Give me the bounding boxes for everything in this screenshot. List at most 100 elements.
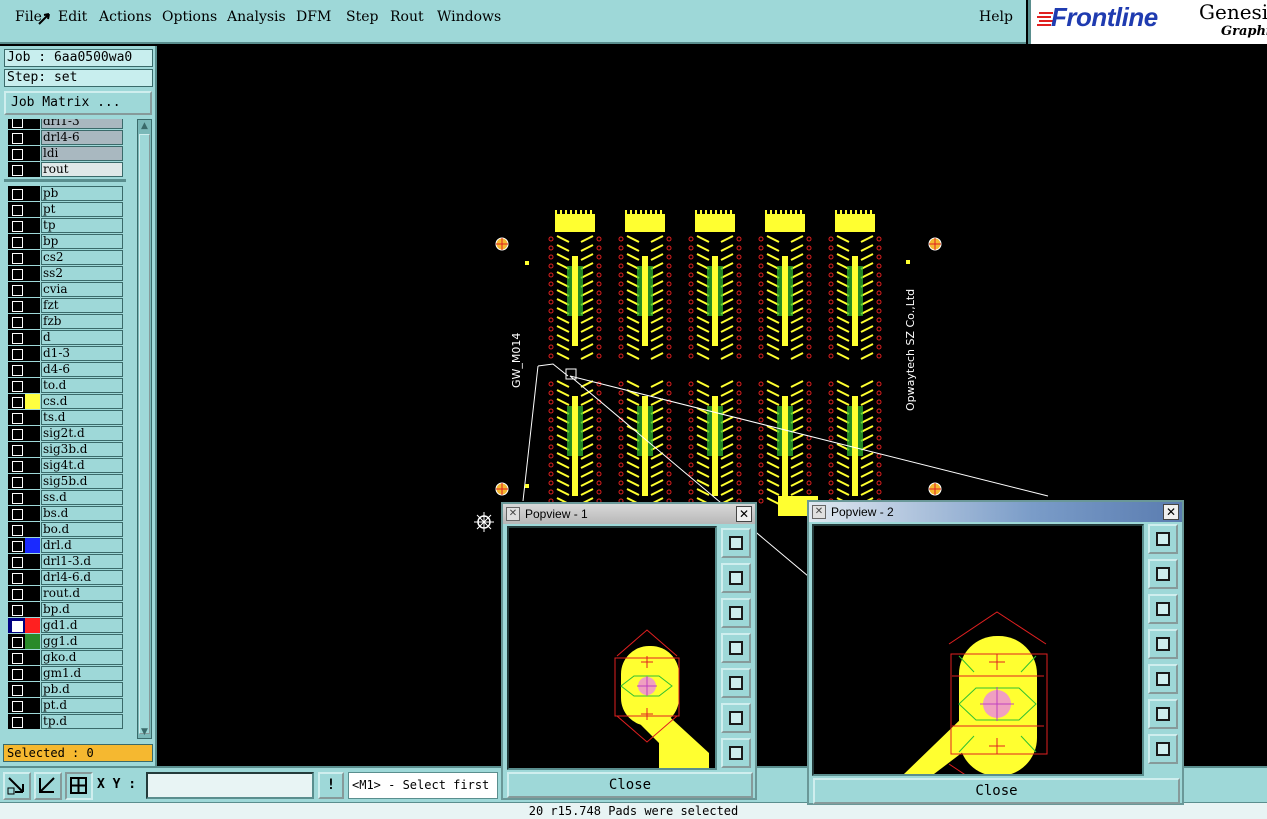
layer-color-swatch[interactable] [25, 298, 40, 313]
menu-edit[interactable]: Edit [58, 9, 87, 25]
layer-checkbox[interactable] [8, 266, 25, 281]
layer-color-swatch[interactable] [25, 394, 40, 409]
layer-row[interactable]: fzb [4, 313, 126, 329]
layer-checkbox[interactable] [8, 490, 25, 505]
layer-name[interactable]: pt.d [41, 698, 123, 713]
layer-row[interactable]: ts.d [4, 409, 126, 425]
popview-1-view[interactable] [507, 526, 717, 770]
layer-name[interactable]: fzb [41, 314, 123, 329]
layer-color-swatch[interactable] [25, 522, 40, 537]
layer-row[interactable]: tp.d [4, 713, 126, 729]
layer-checkbox[interactable] [8, 250, 25, 265]
command-bang-button[interactable]: ! [318, 772, 344, 799]
layer-name[interactable]: pt [41, 202, 123, 217]
scroll-thumb[interactable] [139, 134, 150, 734]
layer-name[interactable]: sig3b.d [41, 442, 123, 457]
layer-row[interactable]: sig3b.d [4, 441, 126, 457]
layer-name[interactable]: drl4-6.d [41, 570, 123, 585]
layer-name[interactable]: gd1.d [41, 618, 123, 633]
menu-dfm[interactable]: DFM [296, 9, 331, 25]
zoom-fit-button[interactable] [1148, 524, 1178, 554]
layer-color-swatch[interactable] [25, 186, 40, 201]
pan-down-button[interactable] [721, 598, 751, 628]
layer-row[interactable]: cs2 [4, 249, 126, 265]
layer-color-swatch[interactable] [25, 314, 40, 329]
layer-row[interactable]: fzt [4, 297, 126, 313]
layer-row[interactable]: bp.d [4, 601, 126, 617]
layer-name[interactable]: gg1.d [41, 634, 123, 649]
layer-color-swatch[interactable] [25, 442, 40, 457]
layer-color-swatch[interactable] [25, 250, 40, 265]
layer-checkbox[interactable] [8, 570, 25, 585]
layer-row[interactable]: pt.d [4, 697, 126, 713]
layer-name[interactable]: d4-6 [41, 362, 123, 377]
layer-name[interactable]: to.d [41, 378, 123, 393]
layer-checkbox[interactable] [8, 346, 25, 361]
popview-1-close-icon[interactable]: ✕ [736, 506, 752, 522]
layer-checkbox[interactable] [8, 474, 25, 489]
layer-color-swatch[interactable] [25, 346, 40, 361]
layer-checkbox[interactable] [8, 218, 25, 233]
layer-checkbox[interactable] [8, 538, 25, 553]
popview-2-window[interactable]: ✕ Popview - 2 ✕ Close [807, 500, 1184, 805]
layer-name[interactable]: ss2 [41, 266, 123, 281]
layer-row[interactable]: d1-3 [4, 345, 126, 361]
layer-checkbox[interactable] [8, 666, 25, 681]
layer-color-swatch[interactable] [25, 234, 40, 249]
pan-right-button[interactable] [721, 668, 751, 698]
layer-name[interactable]: bs.d [41, 506, 123, 521]
layer-color-swatch[interactable] [25, 506, 40, 521]
layer-checkbox[interactable] [8, 146, 25, 161]
layer-name[interactable]: ss.d [41, 490, 123, 505]
pan-right-button[interactable] [1148, 664, 1178, 694]
zoom-out-button[interactable] [721, 738, 751, 768]
layer-row[interactable]: drl4-6 [4, 129, 126, 145]
layer-name[interactable]: cs2 [41, 250, 123, 265]
layer-name[interactable]: ldi [41, 146, 123, 161]
layer-color-swatch[interactable] [25, 266, 40, 281]
layer-name[interactable]: d1-3 [41, 346, 123, 361]
layer-color-swatch[interactable] [25, 202, 40, 217]
layer-checkbox[interactable] [8, 130, 25, 145]
scroll-up-icon[interactable]: ▲ [139, 120, 150, 132]
layer-row[interactable]: cs.d [4, 393, 126, 409]
zoom-fit-button[interactable] [721, 528, 751, 558]
layer-name[interactable]: sig2t.d [41, 426, 123, 441]
layer-color-swatch[interactable] [25, 426, 40, 441]
popview-1-close-button[interactable]: Close [507, 772, 753, 798]
layer-checkbox[interactable] [8, 410, 25, 425]
layer-color-swatch[interactable] [25, 410, 40, 425]
zoom-out-button[interactable] [1148, 734, 1178, 764]
layer-name[interactable]: drl.d [41, 538, 123, 553]
layer-checkbox[interactable] [8, 394, 25, 409]
layer-color-swatch[interactable] [25, 586, 40, 601]
layer-checkbox[interactable] [8, 314, 25, 329]
window-menu-icon[interactable]: ✕ [506, 507, 520, 521]
layer-name[interactable]: bp [41, 234, 123, 249]
layer-checkbox[interactable] [8, 682, 25, 697]
layer-row[interactable]: bo.d [4, 521, 126, 537]
layer-row[interactable]: ldi [4, 145, 126, 161]
popview-2-titlebar[interactable]: ✕ Popview - 2 ✕ [809, 502, 1182, 522]
layer-name[interactable]: drl1-3.d [41, 554, 123, 569]
snap-tool-button[interactable] [3, 772, 31, 800]
layer-color-swatch[interactable] [25, 490, 40, 505]
layer-row[interactable]: pb [4, 185, 126, 201]
layer-row[interactable]: d4-6 [4, 361, 126, 377]
layer-name[interactable]: tp.d [41, 714, 123, 729]
menu-help[interactable]: Help [979, 9, 1013, 25]
layer-color-swatch[interactable] [25, 634, 40, 649]
menu-step[interactable]: Step [346, 9, 378, 25]
layer-checkbox[interactable] [8, 554, 25, 569]
menu-options[interactable]: Options [162, 9, 217, 25]
menu-windows[interactable]: Windows [437, 9, 501, 25]
layer-row[interactable]: cvia [4, 281, 126, 297]
layer-name[interactable]: gko.d [41, 650, 123, 665]
layer-checkbox[interactable] [8, 162, 25, 177]
layer-name[interactable]: drl1-3 [41, 119, 123, 129]
zoom-in-button[interactable] [1148, 699, 1178, 729]
pan-left-button[interactable] [721, 633, 751, 663]
layer-name[interactable]: sig5b.d [41, 474, 123, 489]
layer-name[interactable]: d [41, 330, 123, 345]
pan-down-button[interactable] [1148, 594, 1178, 624]
